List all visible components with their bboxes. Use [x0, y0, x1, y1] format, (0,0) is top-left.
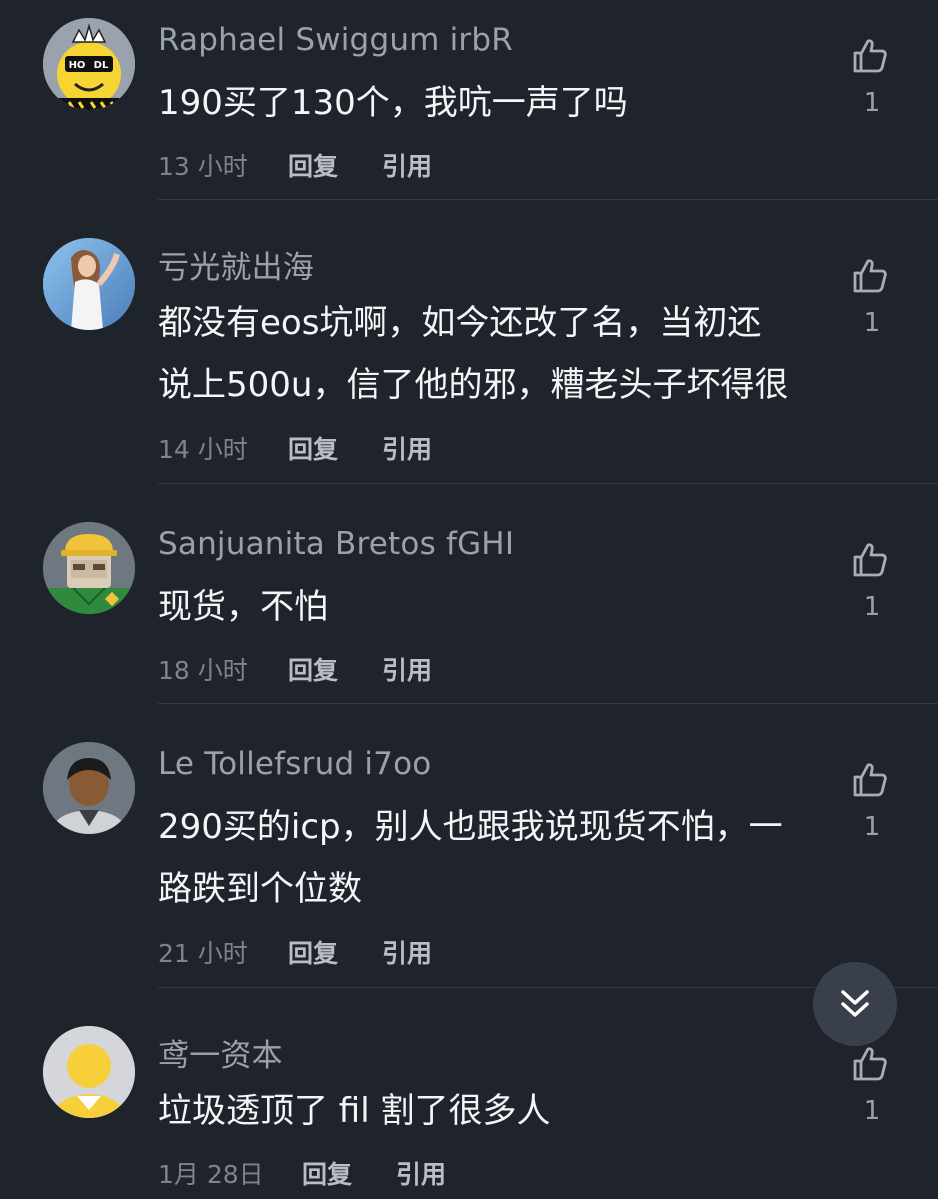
- comment-meta: 14 小时 回复 引用: [158, 430, 432, 466]
- like-count: 1: [863, 88, 881, 118]
- like-count: 1: [863, 308, 881, 338]
- comment-text: 都没有eos坑啊，如今还改了名，当初还 说上500u，信了他的邪，糟老头子坏得很: [158, 292, 788, 416]
- reply-button[interactable]: 回复: [288, 430, 382, 466]
- comment-meta: 21 小时 回复 引用: [158, 934, 432, 970]
- like-count: 1: [863, 812, 881, 842]
- quote-button[interactable]: 引用: [382, 147, 432, 183]
- comment-text-line: 290买的icp，别人也跟我说现货不怕，一: [158, 807, 783, 847]
- avatar[interactable]: [43, 742, 135, 834]
- comment-time: 13 小时: [158, 152, 248, 181]
- comment-text-line: 都没有eos坑啊，如今还改了名，当初还: [158, 303, 762, 343]
- thumbs-up-icon: [853, 39, 887, 73]
- comment-author[interactable]: Raphael Swiggum irbR: [158, 22, 513, 58]
- scroll-to-bottom-button[interactable]: [813, 962, 897, 1046]
- comment-meta: 13 小时 回复 引用: [158, 147, 432, 183]
- comment-text-line: 说上500u，信了他的邪，糟老头子坏得很: [158, 365, 789, 405]
- hardhat-worker-avatar-icon: [43, 522, 135, 614]
- dark-person-avatar-icon: [43, 742, 135, 834]
- reply-button[interactable]: 回复: [288, 934, 382, 970]
- like-button[interactable]: [850, 256, 894, 296]
- reply-button[interactable]: 回复: [288, 147, 382, 183]
- like-count: 1: [863, 1096, 881, 1126]
- comment-time: 1月 28日: [158, 1160, 264, 1189]
- avatar[interactable]: HO DL: [43, 18, 135, 110]
- comment-author[interactable]: 亏光就出海: [158, 242, 314, 287]
- thumbs-up-icon: [853, 543, 887, 577]
- comment-text: 290买的icp，别人也跟我说现货不怕，一 路跌到个位数: [158, 796, 783, 920]
- thumbs-up-icon: [853, 763, 887, 797]
- comment-item: 鸢一资本 垃圾透顶了 fil 割了很多人 1月 28日 回复 引用 1: [0, 988, 938, 1199]
- comment-author[interactable]: Sanjuanita Bretos fGHI: [158, 526, 514, 562]
- comment-text: 垃圾透顶了 fil 割了很多人: [158, 1080, 550, 1142]
- yellow-person-avatar-icon: [43, 1026, 135, 1118]
- comment-time: 14 小时: [158, 435, 248, 464]
- comment-text-line: 现货，不怕: [158, 587, 328, 627]
- comment-text-line: 垃圾透顶了 fil 割了很多人: [158, 1091, 551, 1131]
- comment-meta: 18 小时 回复 引用: [158, 651, 432, 687]
- comment-item: 亏光就出海 都没有eos坑啊，如今还改了名，当初还 说上500u，信了他的邪，糟…: [0, 200, 938, 484]
- comment-time: 18 小时: [158, 656, 248, 685]
- like-button[interactable]: [850, 760, 894, 800]
- reply-button[interactable]: 回复: [302, 1155, 396, 1191]
- comment-author[interactable]: 鸢一资本: [158, 1030, 283, 1075]
- comment-item: Sanjuanita Bretos fGHI 现货，不怕 18 小时 回复 引用 1: [0, 484, 938, 704]
- quote-button[interactable]: 引用: [396, 1155, 446, 1191]
- comment-author[interactable]: Le Tollefsrud i7oo: [158, 746, 431, 782]
- hodl-crown-avatar-icon: HO DL: [43, 18, 135, 110]
- like-count: 1: [863, 592, 881, 622]
- avatar[interactable]: [43, 522, 135, 614]
- avatar[interactable]: [43, 1026, 135, 1118]
- comment-text-line: 190买了130个，我吭一声了吗: [158, 83, 628, 123]
- quote-button[interactable]: 引用: [382, 934, 432, 970]
- reply-button[interactable]: 回复: [288, 651, 382, 687]
- comment-text: 现货，不怕: [158, 576, 328, 638]
- comment-text: 190买了130个，我吭一声了吗: [158, 72, 628, 134]
- like-button[interactable]: [850, 36, 894, 76]
- like-button[interactable]: [850, 540, 894, 580]
- double-chevron-down-icon: [841, 990, 869, 1017]
- comment-time: 21 小时: [158, 939, 248, 968]
- comment-item: Le Tollefsrud i7oo 290买的icp，别人也跟我说现货不怕，一…: [0, 704, 938, 988]
- avatar-text: DL: [94, 60, 109, 71]
- like-button[interactable]: [850, 1044, 894, 1084]
- avatar-text: HO: [69, 60, 86, 71]
- avatar[interactable]: [43, 238, 135, 330]
- quote-button[interactable]: 引用: [382, 651, 432, 687]
- comment-text-line: 路跌到个位数: [158, 869, 362, 909]
- thumbs-up-icon: [853, 259, 887, 293]
- quote-button[interactable]: 引用: [382, 430, 432, 466]
- comment-meta: 1月 28日 回复 引用: [158, 1155, 446, 1191]
- comment-item: HO DL Raphael Swiggum irbR 190买了130个，我吭一…: [0, 0, 938, 200]
- thumbs-up-icon: [853, 1047, 887, 1081]
- woman-photo-avatar-icon: [43, 238, 135, 330]
